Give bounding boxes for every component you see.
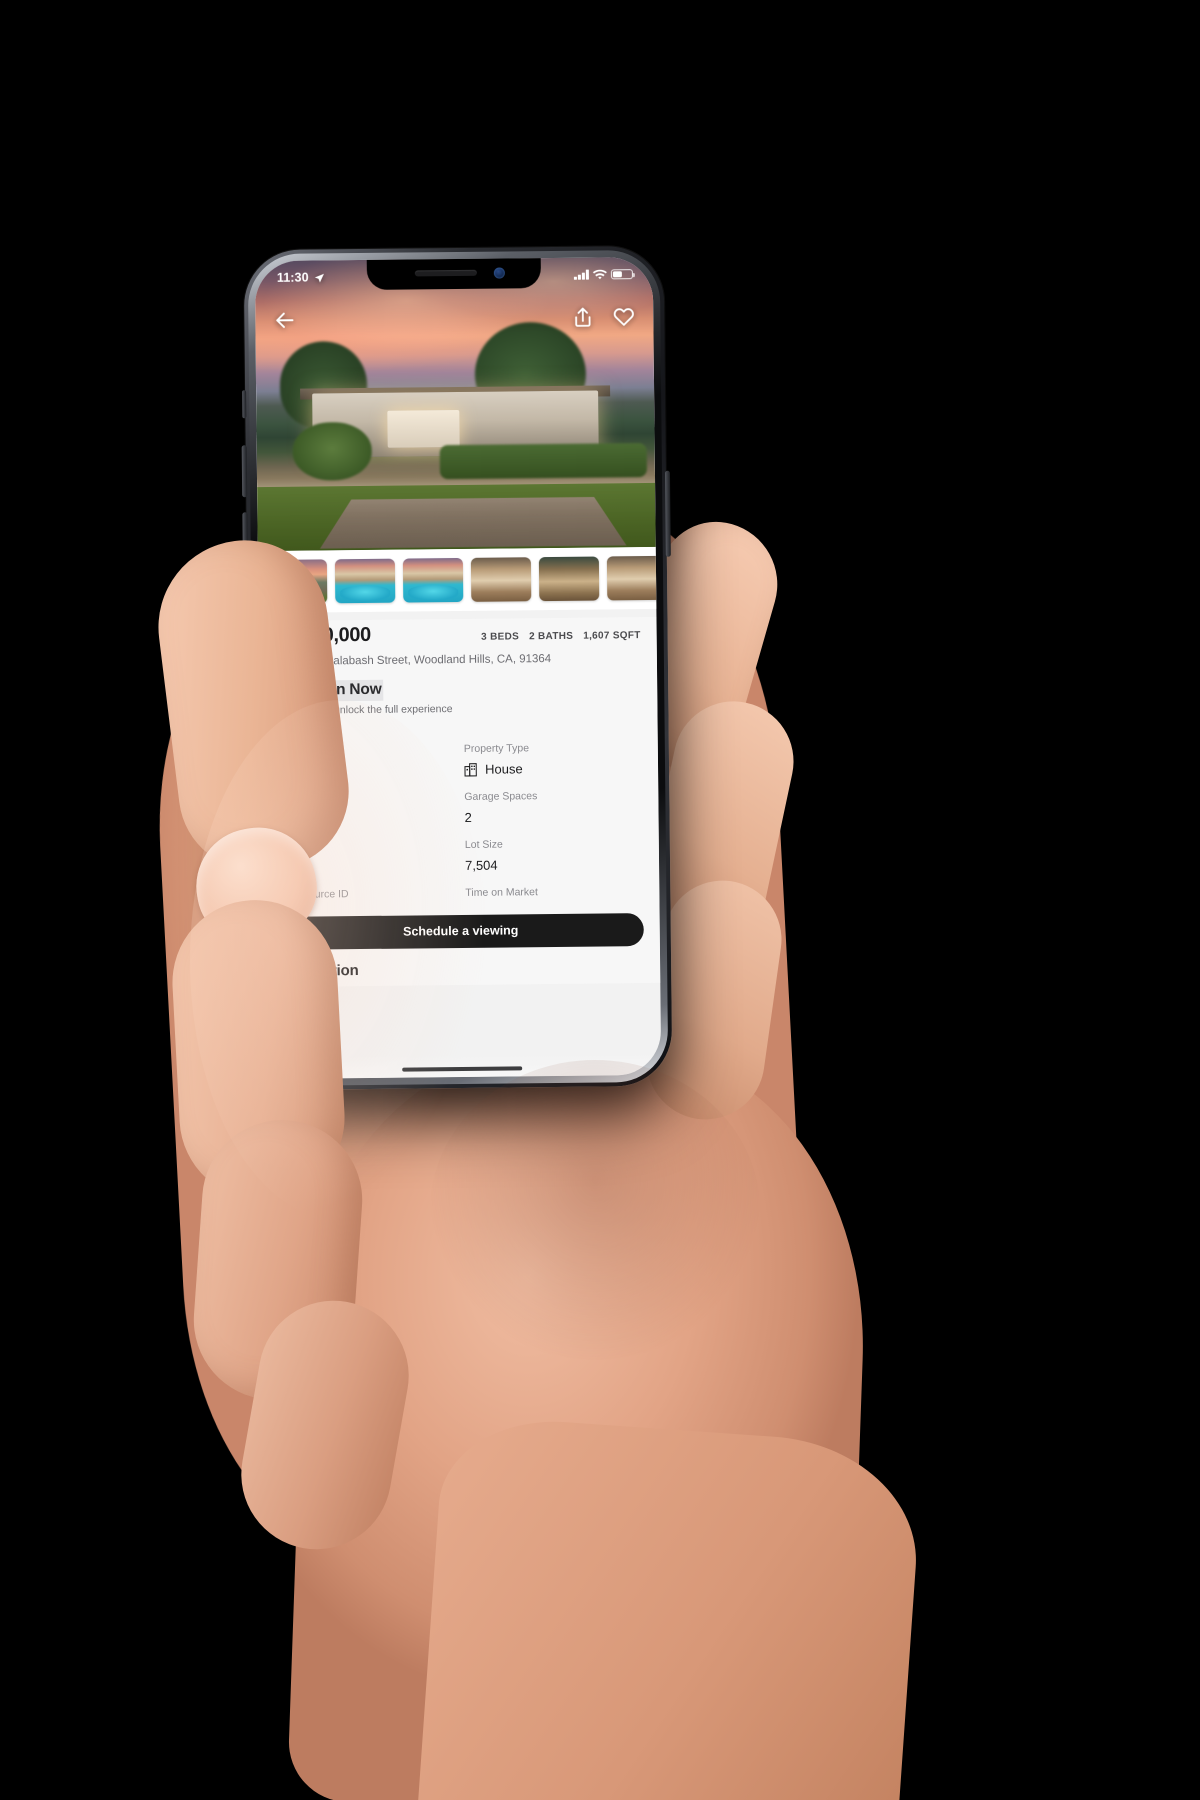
building-icon [464, 762, 477, 777]
status-bar-left: 11:30 [276, 270, 325, 285]
detail-value-property-type-text: House [484, 760, 523, 777]
status-bar-time: 11:30 [276, 270, 309, 285]
detail-value-lot-size: 7,504 [464, 857, 498, 873]
spec-baths: 2 BATHS [528, 630, 574, 643]
thumb-shadow [430, 1060, 760, 1360]
gallery-thumb-5[interactable] [606, 555, 657, 601]
mute-switch[interactable] [242, 390, 247, 419]
listing-specs: 3 BEDS 2 BATHS 1,607 SQFT [481, 630, 641, 643]
volume-up-button[interactable] [241, 445, 248, 498]
share-icon[interactable] [571, 305, 594, 328]
hero-nav-bar [255, 293, 653, 343]
battery-icon [610, 268, 633, 280]
gallery-thumb-4[interactable] [538, 556, 600, 602]
detail-value-property-type: House [464, 755, 642, 777]
gallery-thumb-3[interactable] [470, 557, 532, 602]
hand-wrist [415, 1413, 925, 1800]
palm-highlight [190, 700, 490, 1220]
status-bar-right [574, 268, 633, 281]
status-bar: 11:30 [255, 257, 653, 291]
detail-value-garage-spaces: 2 [464, 809, 472, 825]
spec-sqft: 1,607 SQFT [583, 630, 641, 642]
power-button[interactable] [664, 470, 671, 557]
screenshot-scene: 11:30 3 BEDS 2 BATHS 1,607 SQFT 22835 Ca… [0, 0, 1200, 1800]
cellular-bars-icon [574, 269, 589, 280]
back-arrow-icon[interactable] [273, 308, 296, 331]
gallery-thumb-2[interactable] [402, 557, 464, 603]
heart-icon[interactable] [612, 305, 635, 328]
spec-beds: 3 BEDS [481, 631, 520, 643]
wifi-icon [592, 269, 607, 279]
detail-label-time-on-market: Time on Market [465, 885, 538, 899]
location-arrow-icon [314, 273, 324, 283]
detail-label-property-type: Property Type [463, 741, 530, 755]
gallery-thumb-1[interactable] [334, 558, 396, 604]
detail-label-lot-size: Lot Size [464, 838, 503, 851]
detail-label-garage-spaces: Garage Spaces [464, 789, 538, 803]
hero-photo[interactable] [254, 256, 656, 552]
hero-nav-actions [571, 305, 635, 329]
